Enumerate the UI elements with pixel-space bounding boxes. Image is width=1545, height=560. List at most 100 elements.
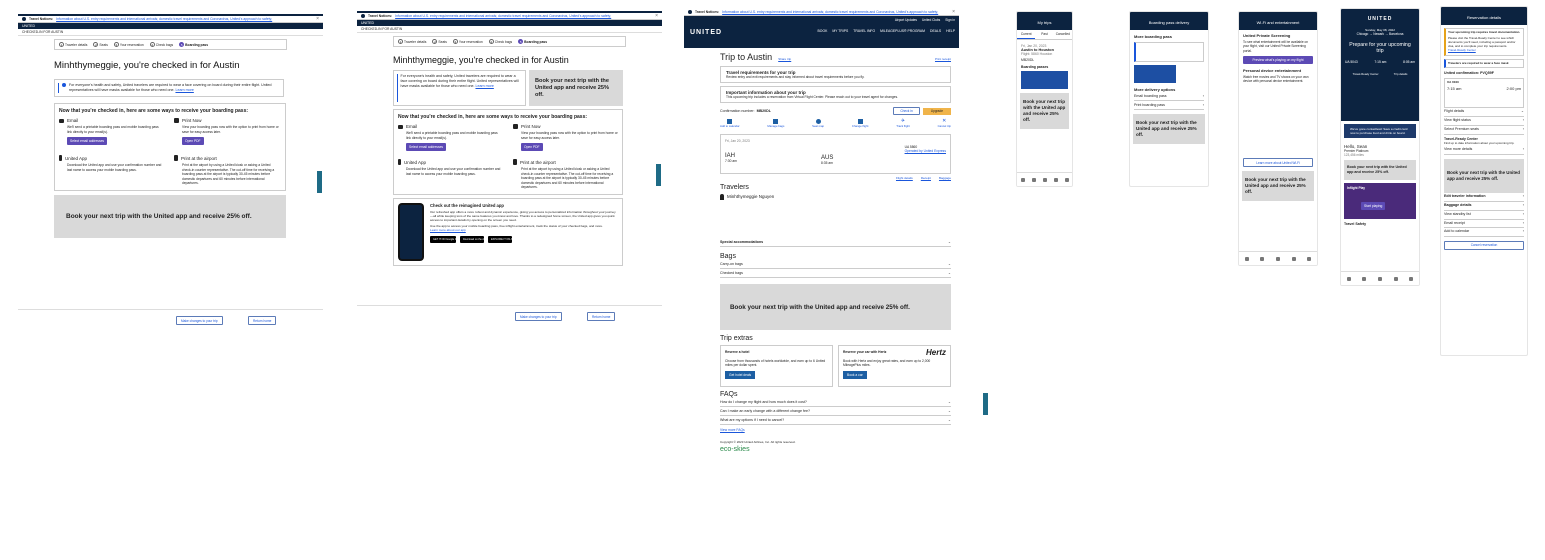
nav-mileageplus[interactable]: MILEAGEPLUS® PROGRAM (880, 29, 925, 33)
share-trip-link[interactable]: Share trip (778, 57, 791, 61)
home-icon[interactable] (1244, 256, 1249, 261)
close-icon[interactable]: × (952, 9, 955, 15)
print-pass-row[interactable]: Print boarding pass › (1134, 101, 1204, 110)
return-home-button[interactable]: Return home (248, 316, 277, 325)
tab-current[interactable]: Current (1017, 30, 1036, 39)
tile-travel-ready[interactable]: Travel-Ready Center (1353, 72, 1379, 76)
tab-past[interactable]: Past (1035, 30, 1053, 39)
nav-mytrips[interactable]: MY TRIPS (832, 29, 848, 33)
feedback-tab[interactable] (983, 393, 988, 415)
alert-text[interactable]: Information about U.S. entry requirement… (395, 14, 611, 18)
nav-deals[interactable]: DEALS (930, 29, 941, 33)
home-icon[interactable] (1020, 177, 1025, 182)
status-icon[interactable] (1291, 256, 1296, 261)
tile-trip-details[interactable]: Trip details (1394, 72, 1408, 76)
premium-seats-row[interactable]: Select Premium seats › (1444, 126, 1524, 136)
nav-help[interactable]: HELP (946, 29, 955, 33)
notice-link[interactable]: Learn more (175, 88, 193, 92)
change-icon[interactable]: Change flight (852, 119, 868, 128)
seat-icon[interactable]: Seat map (812, 119, 824, 128)
special-accommodations-row[interactable]: Special accommodations ⌄ (720, 238, 951, 247)
cancel-icon[interactable]: ✕ Cancel trip (938, 119, 951, 129)
promo-banner[interactable]: Book your next trip with the United app … (1020, 93, 1069, 129)
nav-book[interactable]: BOOK (818, 29, 828, 33)
email-button[interactable]: Select email addresses (67, 137, 108, 145)
warn-link[interactable]: Travel-Ready Center (1448, 48, 1521, 53)
logo[interactable]: UNITED (361, 21, 374, 25)
promo-banner[interactable]: Book your next trip with the United app … (1242, 171, 1314, 202)
upgrade-button[interactable]: Upgrade (922, 107, 951, 115)
email-button[interactable]: Select email addresses (406, 143, 447, 151)
pass-card[interactable] (1134, 65, 1176, 83)
step-bags[interactable]: 4 Check bags (149, 42, 173, 47)
feedback-tab[interactable] (317, 171, 322, 193)
close-icon[interactable]: × (316, 16, 319, 22)
app-gallery-badge[interactable]: EXPLORE IT ON AppGallery (488, 236, 512, 244)
faq-more-link[interactable]: View more FAQs (720, 428, 951, 432)
baggage-row[interactable]: Baggage details › (1444, 202, 1524, 211)
receipt-link[interactable]: Receipt (921, 176, 931, 180)
step-seats[interactable]: 2 Seats (93, 42, 108, 47)
mask-box[interactable]: Travelers are required to wear a face ma… (1444, 58, 1524, 69)
checked-bags-row[interactable]: Checked bags ⌄ (720, 269, 951, 278)
step-reservation[interactable]: 3 Your reservation (452, 39, 483, 44)
more-icon[interactable] (1307, 256, 1312, 261)
more-icon[interactable] (1409, 276, 1414, 281)
alert-text[interactable]: Information about U.S. entry requirement… (56, 17, 272, 21)
open-pdf-button[interactable]: Open PDF (521, 143, 543, 151)
notice-link[interactable]: Learn more (475, 84, 493, 88)
step-boarding[interactable]: 5 Boarding pass (518, 39, 547, 44)
open-pdf-button[interactable]: Open PDF (182, 137, 204, 145)
step-bags[interactable]: 4 Check bags (488, 39, 512, 44)
bag-icon[interactable]: Manage bags (767, 119, 784, 128)
step-seats[interactable]: 2 Seats (432, 39, 447, 44)
return-home-button[interactable]: Return home (587, 312, 616, 321)
cancel-reservation-button[interactable]: Cancel reservation (1444, 241, 1524, 251)
plane-icon[interactable]: ✈ Track flight (896, 119, 910, 129)
status-icon[interactable] (1053, 177, 1058, 182)
home-icon[interactable] (1346, 276, 1351, 281)
top-link-airport[interactable]: Airport Updates (895, 18, 917, 22)
edit-traveler-row[interactable]: Edit traveler information › (1444, 193, 1524, 202)
car-button[interactable]: Book a car (843, 371, 867, 379)
baggage-link[interactable]: Baggage (939, 176, 951, 180)
learn-wifi-button[interactable]: Learn more about United Wi-Fi (1243, 158, 1313, 168)
trips-icon[interactable] (1377, 276, 1382, 281)
faq-row-1[interactable]: How do I change my flight and how much d… (720, 398, 951, 407)
top-link-signin[interactable]: Sign in (945, 18, 955, 22)
promo-banner[interactable]: Book your next trip with the United app … (54, 194, 286, 238)
trips-icon[interactable] (1275, 256, 1280, 261)
make-changes-button[interactable]: Make changes to your trip (515, 312, 562, 321)
start-playing-button[interactable]: Start playing (1361, 202, 1386, 210)
trips-icon[interactable] (1042, 177, 1047, 182)
promo-banner[interactable]: Book your next trip with the United app … (1133, 114, 1205, 144)
google-play-badge[interactable]: GET IT ON Google Play (430, 236, 456, 244)
standby-row[interactable]: View standby list › (1444, 211, 1524, 220)
promo-banner[interactable]: Book your next trip with the United app … (1444, 158, 1524, 193)
calendar-icon[interactable]: Add to calendar (720, 119, 740, 128)
check-in-button[interactable]: Check in (893, 107, 920, 115)
flight-status-row[interactable]: View flight status › (1444, 117, 1524, 127)
carry-on-row[interactable]: Carry-on bags ⌄ (720, 260, 951, 269)
promo-banner[interactable]: Book your next trip with the United app … (1344, 160, 1416, 180)
contactless-card[interactable]: We've gone contactless! Save a credit ca… (1344, 124, 1416, 138)
step-reservation[interactable]: 3 Your reservation (113, 42, 144, 47)
boarding-pass-card[interactable] (1021, 71, 1068, 89)
email-receipt-row[interactable]: Email receipt › (1444, 220, 1524, 229)
top-link-clubs[interactable]: United Clubs (922, 18, 940, 22)
faq-row-2[interactable]: Can I make an early change with a differ… (720, 407, 951, 416)
book-icon[interactable] (1031, 177, 1036, 182)
make-changes-button[interactable]: Make changes to your trip (176, 316, 223, 325)
hotel-button[interactable]: Get hotel deals (725, 371, 756, 379)
step-boarding[interactable]: 5 Boarding pass (179, 42, 208, 47)
status-icon[interactable] (1393, 276, 1398, 281)
close-icon[interactable]: × (655, 13, 658, 19)
nav-travelinfo[interactable]: TRAVEL INFO (853, 29, 875, 33)
calendar-row[interactable]: Add to calendar › (1444, 228, 1524, 238)
logo[interactable]: UNITED (690, 29, 722, 36)
more-icon[interactable] (1064, 177, 1069, 182)
logo[interactable]: UNITED (22, 24, 35, 28)
alert-text[interactable]: Information about U.S. entry requirement… (722, 10, 938, 14)
step-traveler[interactable]: 1 Traveler details (398, 39, 426, 44)
view-more-row[interactable]: View more details › (1444, 146, 1524, 155)
